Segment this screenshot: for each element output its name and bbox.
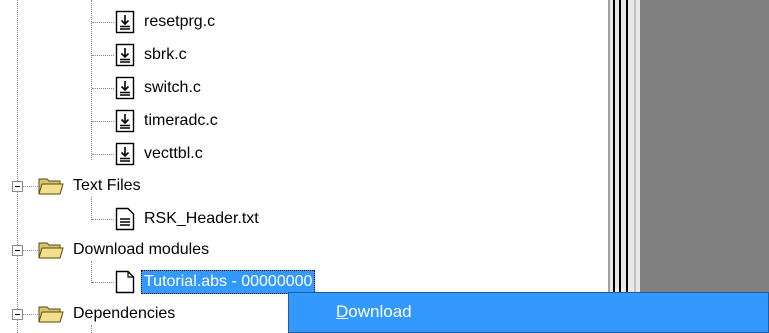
folder-icon (38, 306, 64, 323)
tree-item-timeradc[interactable]: timeradc.c (115, 107, 221, 135)
collapse-toggle[interactable] (12, 309, 23, 320)
tree-folder-text-files[interactable]: Text Files (38, 172, 144, 200)
tree-line (91, 261, 92, 283)
source-file-icon (115, 142, 135, 166)
splitter-line (608, 0, 610, 333)
tree-item-label: vecttbl.c (144, 145, 203, 162)
tree-item-rsk-header[interactable]: RSK_Header.txt (115, 205, 262, 233)
collapse-toggle[interactable] (12, 181, 23, 192)
tree-line (92, 121, 114, 122)
tree-item-label: Download modules (73, 241, 210, 258)
panel-white (580, 0, 608, 333)
tree-line (23, 314, 38, 315)
source-file-icon (115, 76, 135, 100)
splitter-line (626, 0, 628, 333)
tree-line (92, 55, 114, 56)
tree-item-label: Tutorial.abs - 00000000 (141, 270, 316, 294)
tree-line (92, 282, 114, 283)
tree-item-vecttbl[interactable]: vecttbl.c (115, 140, 206, 168)
tree-item-label: switch.c (144, 79, 201, 96)
blank-file-icon (115, 270, 135, 294)
splitter-line (619, 0, 621, 333)
splitter-line (613, 0, 615, 333)
folder-icon (38, 178, 64, 195)
folder-icon (38, 242, 64, 259)
context-menu: Download (288, 292, 769, 333)
tree-line (17, 0, 18, 333)
workspace-splitter-area (580, 0, 769, 333)
tree-line (23, 250, 38, 251)
workspace-tree: resetprg.c sbrk.c switch.c timeradc.c ve… (0, 0, 580, 333)
tree-folder-dependencies[interactable]: Dependencies (38, 300, 178, 328)
source-file-icon (115, 43, 135, 67)
tree-item-label: timeradc.c (144, 112, 218, 129)
menu-item-download[interactable]: Download (336, 302, 412, 322)
tree-item-label: resetprg.c (144, 13, 216, 30)
tree-line (91, 0, 92, 160)
tree-item-label: Text Files (73, 177, 141, 194)
tree-line (91, 197, 92, 220)
tree-item-resetprg[interactable]: resetprg.c (115, 8, 218, 36)
splitter-bar[interactable] (608, 0, 640, 333)
tree-item-label: Dependencies (73, 305, 176, 322)
tree-item-label: RSK_Header.txt (144, 210, 259, 227)
tree-line (92, 88, 114, 89)
access-key: D (336, 302, 349, 321)
tree-folder-download-modules[interactable]: Download modules (38, 236, 212, 264)
source-file-icon (115, 109, 135, 133)
tree-item-sbrk[interactable]: sbrk.c (115, 41, 190, 69)
tree-line (91, 325, 92, 333)
tree-item-tutorial-abs[interactable]: Tutorial.abs - 00000000 (115, 268, 316, 296)
tree-item-switch[interactable]: switch.c (115, 74, 204, 102)
menu-item-label: ownload (348, 302, 412, 321)
collapse-toggle[interactable] (12, 245, 23, 256)
tree-item-label: sbrk.c (144, 46, 187, 63)
splitter-line (634, 0, 636, 333)
source-file-icon (115, 10, 135, 34)
tree-line (92, 22, 114, 23)
text-file-icon (115, 207, 135, 231)
tree-line (23, 186, 38, 187)
tree-line (92, 154, 114, 155)
gray-workspace (640, 0, 769, 333)
tree-line (92, 219, 114, 220)
